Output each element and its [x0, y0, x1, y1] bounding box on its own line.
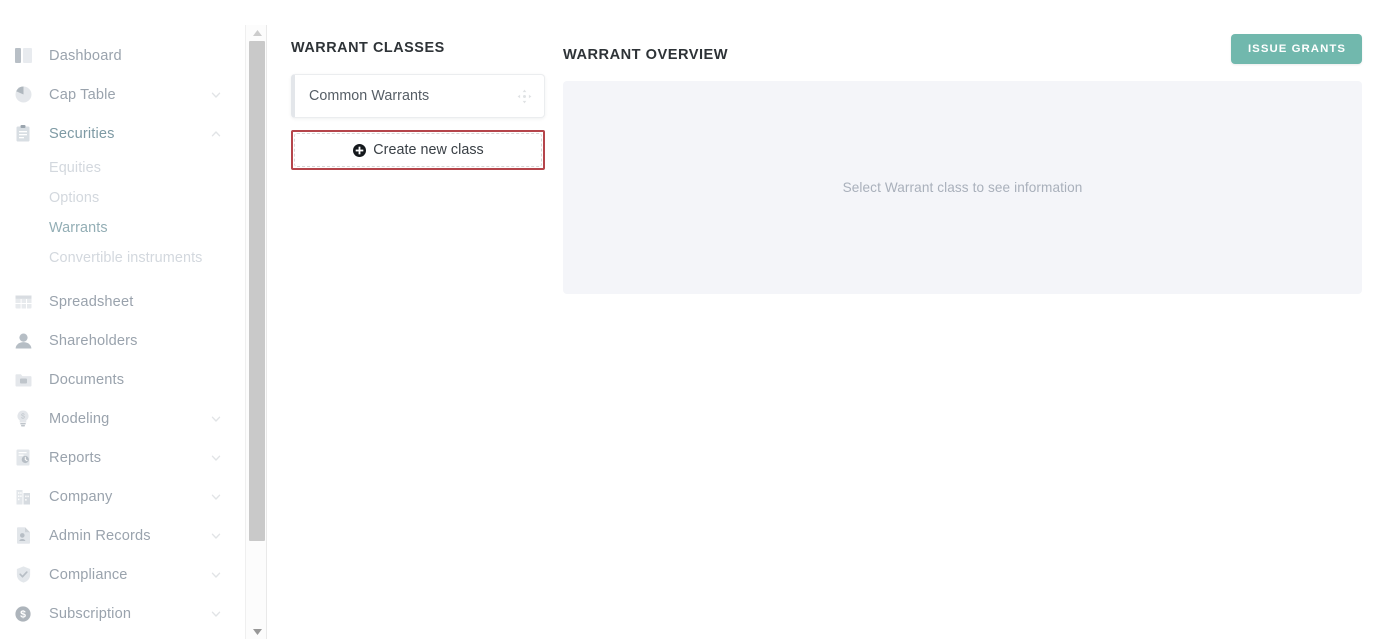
chevron-up-icon[interactable] — [210, 128, 222, 140]
warrant-classes-panel: WARRANT CLASSES Common Warrants Create n… — [266, 0, 556, 639]
sidebar-item-label: Company — [49, 488, 113, 505]
chevron-down-icon[interactable] — [210, 89, 222, 101]
warrant-overview-panel: WARRANT OVERVIEW ISSUE GRANTS Select War… — [556, 0, 1377, 639]
scroll-down-arrow-icon[interactable] — [246, 624, 268, 639]
empty-state-text: Select Warrant class to see information — [842, 180, 1083, 195]
sidebar-subitem-equities[interactable]: Equities — [0, 153, 244, 183]
chevron-down-icon[interactable] — [210, 413, 222, 425]
svg-text:$: $ — [21, 414, 25, 421]
issue-grants-button[interactable]: ISSUE GRANTS — [1230, 34, 1362, 64]
move-handle-icon[interactable] — [517, 89, 532, 104]
lightbulb-icon: $ — [14, 410, 32, 428]
clipboard-icon — [14, 125, 32, 143]
building-icon — [14, 488, 32, 506]
sidebar-item-label: Modeling — [49, 410, 110, 427]
create-new-class-button[interactable]: Create new class — [294, 133, 542, 167]
report-icon — [14, 449, 32, 467]
sidebar-subitem-options[interactable]: Options — [0, 183, 244, 213]
sidebar-item-cap-table[interactable]: Cap Table — [0, 75, 244, 114]
sidebar-subitem-label: Equities — [49, 160, 101, 176]
scrollbar-thumb[interactable] — [249, 41, 265, 541]
chevron-down-icon[interactable] — [210, 452, 222, 464]
sidebar-item-label: Cap Table — [49, 86, 116, 103]
sidebar-item-spreadsheet[interactable]: Spreadsheet — [0, 282, 244, 321]
sidebar-item-subscription[interactable]: $ Subscription — [0, 594, 244, 633]
sidebar-item-dashboard[interactable]: Dashboard — [0, 36, 244, 75]
svg-text:$: $ — [20, 608, 26, 620]
sidebar-subitem-label: Convertible instruments — [49, 250, 203, 266]
chevron-down-icon[interactable] — [210, 530, 222, 542]
sidebar-item-documents[interactable]: Documents — [0, 360, 244, 399]
sidebar-item-label: Documents — [49, 371, 125, 388]
create-new-class-label: Create new class — [373, 142, 484, 158]
sidebar-scrollbar[interactable] — [245, 25, 267, 639]
sidebar-item-securities[interactable]: Securities — [0, 114, 244, 153]
sidebar-item-reports[interactable]: Reports — [0, 438, 244, 477]
chevron-down-icon[interactable] — [210, 569, 222, 581]
sidebar-item-label: Reports — [49, 449, 102, 466]
user-icon — [14, 332, 32, 350]
sidebar-item-label: Compliance — [49, 566, 128, 583]
sidebar-item-shareholders[interactable]: Shareholders — [0, 321, 244, 360]
folder-icon — [14, 371, 32, 389]
grid-icon — [14, 293, 32, 311]
warrant-overview-title: WARRANT OVERVIEW — [563, 47, 729, 63]
sidebar-item-label: Dashboard — [49, 47, 122, 64]
chevron-down-icon[interactable] — [210, 608, 222, 620]
sidebar-item-admin-records[interactable]: Admin Records — [0, 516, 244, 555]
sidebar-item-compliance[interactable]: Compliance — [0, 555, 244, 594]
app-root: Dashboard Cap Table Securities Equities … — [0, 0, 1377, 639]
scroll-up-arrow-icon[interactable] — [246, 25, 268, 40]
sidebar-subitem-convertible-instruments[interactable]: Convertible instruments — [0, 243, 244, 273]
admin-records-icon — [14, 527, 32, 545]
sidebar-item-company[interactable]: Company — [0, 477, 244, 516]
warrant-overview-empty-state: Select Warrant class to see information — [563, 81, 1362, 294]
warrant-class-card[interactable]: Common Warrants — [291, 74, 545, 118]
sidebar-item-label: Subscription — [49, 605, 132, 622]
dollar-circle-icon: $ — [14, 605, 32, 623]
sidebar-subitem-warrants[interactable]: Warrants — [0, 213, 244, 243]
pie-chart-icon — [14, 86, 32, 104]
sidebar-item-modeling[interactable]: $ Modeling — [0, 399, 244, 438]
sidebar-item-label: Shareholders — [49, 332, 138, 349]
warrant-class-label: Common Warrants — [309, 88, 430, 104]
sidebar: Dashboard Cap Table Securities Equities … — [0, 0, 244, 639]
plus-circle-icon — [352, 143, 366, 157]
sidebar-subitem-label: Warrants — [49, 220, 108, 236]
sidebar-subitem-label: Options — [49, 190, 100, 206]
shield-check-icon — [14, 566, 32, 584]
warrant-classes-title: WARRANT CLASSES — [291, 40, 445, 56]
chevron-down-icon[interactable] — [210, 491, 222, 503]
dashboard-icon — [14, 47, 32, 65]
sidebar-item-label: Securities — [49, 125, 115, 142]
create-new-class-highlight: Create new class — [291, 130, 545, 170]
sidebar-item-label: Spreadsheet — [49, 293, 134, 310]
sidebar-item-label: Admin Records — [49, 527, 151, 544]
